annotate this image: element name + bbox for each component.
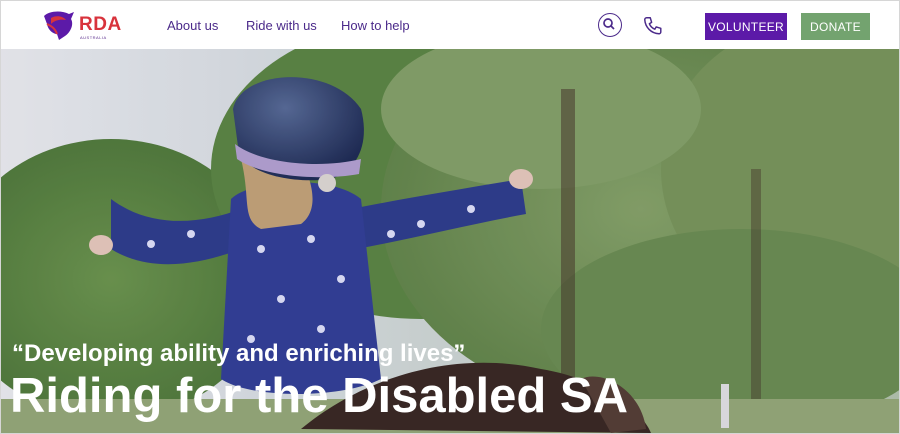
- hero-banner: “Developing ability and enriching lives”…: [1, 49, 899, 433]
- search-icon: [603, 18, 615, 30]
- logo-subtext: AUSTRALIA: [80, 35, 107, 40]
- nav-ride-with-us[interactable]: Ride with us: [246, 18, 317, 33]
- horse-head-logo-icon: [44, 11, 74, 40]
- nav-about-us[interactable]: About us: [167, 18, 218, 33]
- hero-title: Riding for the Disabled SA: [10, 369, 628, 423]
- nav-how-to-help[interactable]: How to help: [341, 18, 410, 33]
- search-button[interactable]: [598, 13, 622, 37]
- donate-button[interactable]: DONATE: [801, 13, 870, 40]
- site-header: RDA AUSTRALIA About us Ride with us How …: [1, 1, 899, 49]
- page: RDA AUSTRALIA About us Ride with us How …: [0, 0, 900, 434]
- volunteer-button[interactable]: VOLUNTEER: [705, 13, 787, 40]
- phone-icon: [644, 17, 662, 35]
- logo-text: RDA: [79, 14, 122, 35]
- phone-button[interactable]: [642, 15, 664, 37]
- hero-tagline: “Developing ability and enriching lives”: [12, 340, 466, 367]
- rda-logo[interactable]: RDA AUSTRALIA: [41, 10, 123, 42]
